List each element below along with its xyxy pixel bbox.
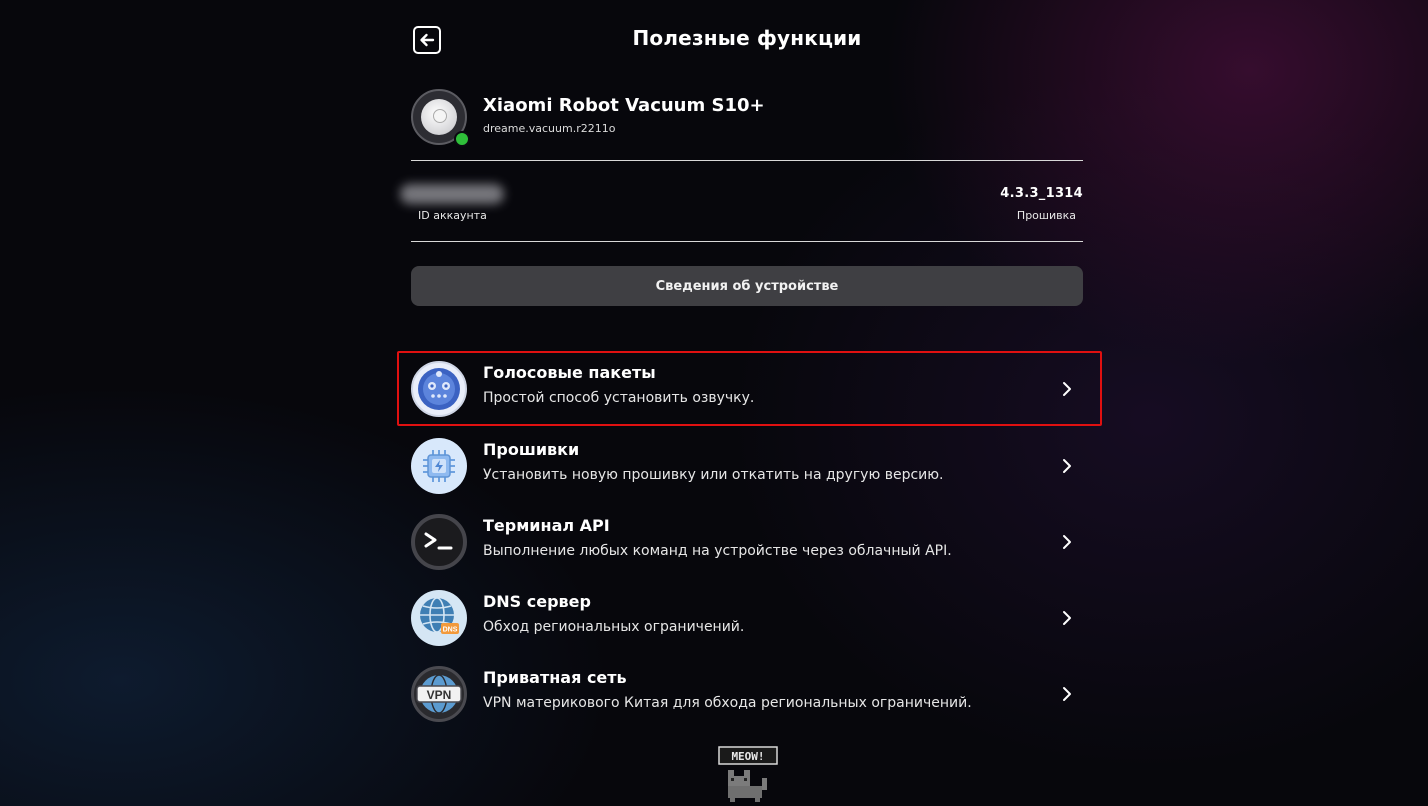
chevron-right-icon: [1063, 611, 1071, 625]
chevron-right-icon: [1063, 459, 1071, 473]
chip-icon: [411, 438, 467, 494]
divider: [411, 241, 1083, 242]
menu-item-api-terminal[interactable]: Терминал API Выполнение любых команд на …: [411, 514, 1083, 570]
device-info-button[interactable]: Сведения об устройстве: [411, 266, 1083, 306]
online-status-dot: [454, 131, 470, 147]
menu-item-title: Терминал API: [483, 516, 610, 535]
menu-item-title: DNS сервер: [483, 592, 591, 611]
device-model: dreame.vacuum.r2211o: [483, 122, 616, 135]
vpn-globe-icon: VPN: [411, 666, 467, 722]
menu-item-description: Установить новую прошивку или откатить н…: [483, 467, 944, 483]
menu-item-description: Обход региональных ограничений.: [483, 619, 745, 635]
firmware-label: Прошивка: [1016, 209, 1076, 222]
chevron-right-icon: [1063, 535, 1071, 549]
svg-text:DNS: DNS: [443, 627, 458, 634]
menu-item-description: Выполнение любых команд на устройстве че…: [483, 543, 952, 559]
highlight-box: [397, 351, 1102, 426]
menu-item-dns-server[interactable]: DNS DNS сервер Обход региональных ограни…: [411, 590, 1083, 646]
terminal-icon: [411, 514, 467, 570]
device-name: Xiaomi Robot Vacuum S10+: [483, 95, 765, 116]
menu-item-title: Приватная сеть: [483, 668, 627, 687]
account-id-label: ID аккаунта: [418, 209, 487, 222]
account-id-blurred: [400, 184, 504, 204]
mascot-speech-text: MEOW!: [731, 750, 764, 763]
divider: [411, 160, 1083, 161]
device-card: Xiaomi Robot Vacuum S10+ dreame.vacuum.r…: [411, 89, 1083, 147]
svg-text:VPN: VPN: [427, 688, 452, 702]
firmware-version: 4.3.3_1314: [1000, 186, 1083, 201]
chevron-right-icon: [1063, 687, 1071, 701]
menu-item-description: VPN материкового Китая для обхода регион…: [483, 695, 972, 711]
meow-cat-mascot: MEOW!: [718, 746, 778, 802]
dns-globe-icon: DNS: [411, 590, 467, 646]
menu-item-title: Прошивки: [483, 440, 580, 459]
menu-item-firmware[interactable]: Прошивки Установить новую прошивку или о…: [411, 438, 1083, 494]
menu-item-private-network[interactable]: VPN Приватная сеть VPN материкового Кита…: [411, 666, 1083, 722]
page-title: Полезные функции: [632, 26, 862, 50]
